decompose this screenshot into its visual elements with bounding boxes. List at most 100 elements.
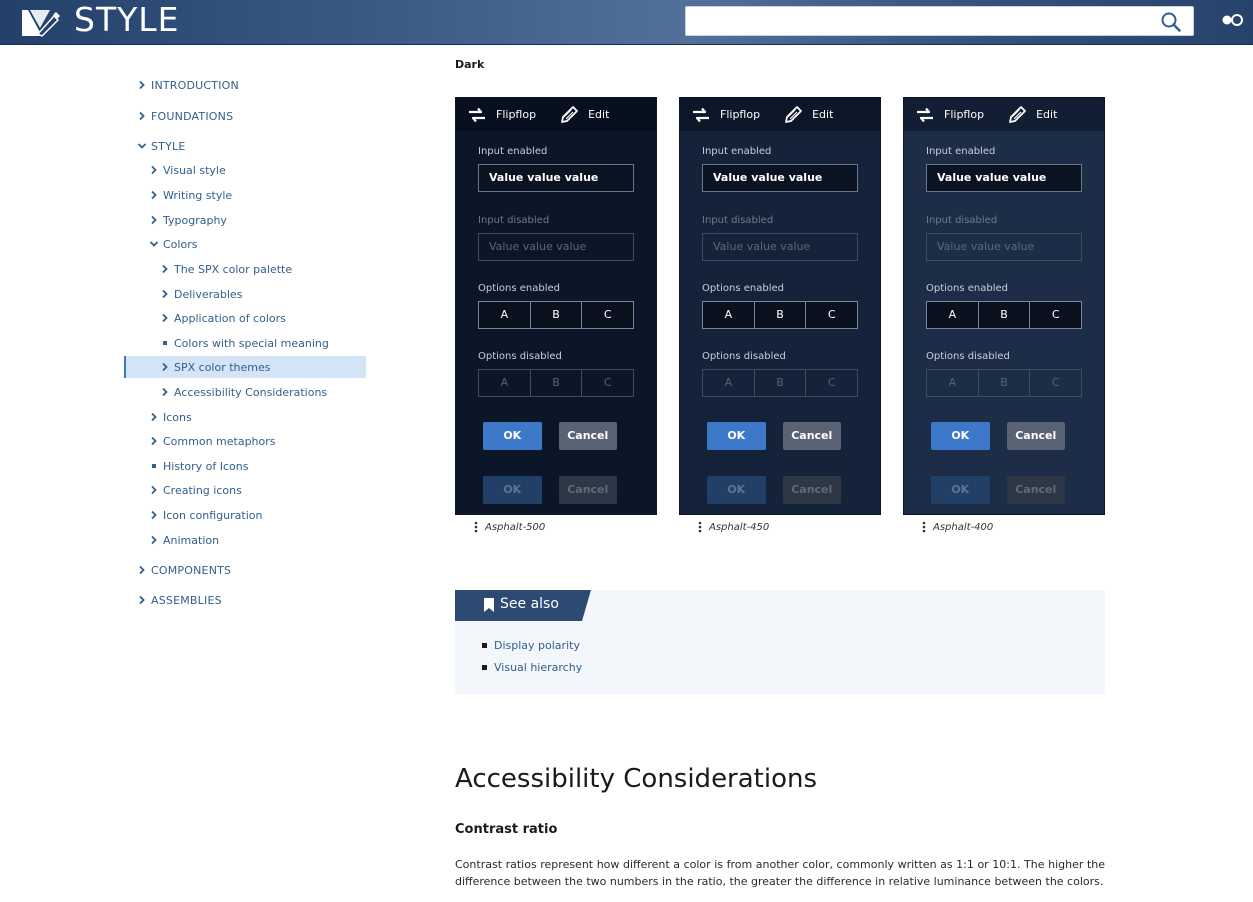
- search-icon[interactable]: [1161, 12, 1181, 32]
- edit-label: Edit: [588, 108, 610, 121]
- option-b-disabled: B: [979, 370, 1031, 396]
- sidebar-item-icon-configuration[interactable]: Icon configuration: [148, 504, 262, 526]
- ok-button-disabled: OK: [707, 476, 766, 504]
- option-b[interactable]: B: [979, 302, 1031, 328]
- more-vertical-icon[interactable]: [922, 521, 926, 533]
- sidebar-item-common-metaphors[interactable]: Common metaphors: [148, 430, 276, 452]
- input-disabled-label: Input disabled: [926, 215, 998, 226]
- sidebar-item-label: INTRODUCTION: [151, 78, 239, 92]
- option-b[interactable]: B: [531, 302, 583, 328]
- chevron-right-icon: [151, 485, 157, 495]
- cancel-button-disabled: Cancel: [558, 476, 617, 504]
- input-enabled-field[interactable]: Value value value: [926, 164, 1082, 192]
- sidebar-item-writing-style[interactable]: Writing style: [148, 184, 232, 206]
- flipflop-button[interactable]: Flipflop: [690, 105, 782, 125]
- option-c[interactable]: C: [1030, 302, 1081, 328]
- sidebar-item-colors[interactable]: Colors: [148, 233, 197, 255]
- ok-button[interactable]: OK: [707, 422, 766, 450]
- cancel-button[interactable]: Cancel: [558, 422, 617, 450]
- theme-panel-asphalt-450: Flipflop Edit Input enabled Value value val…: [679, 97, 881, 515]
- input-disabled-field: Value value value: [478, 233, 634, 261]
- chevron-right-icon: [151, 535, 157, 545]
- option-a[interactable]: A: [479, 302, 531, 328]
- sidebar-item-creating-icons[interactable]: Creating icons: [148, 479, 242, 501]
- sidebar-item-introduction[interactable]: INTRODUCTION: [136, 74, 239, 96]
- sidebar-item-spx-color-themes[interactable]: SPX color themes: [124, 356, 366, 378]
- edit-button[interactable]: Edit: [782, 105, 855, 125]
- flipflop-icon: [917, 107, 933, 122]
- edit-button[interactable]: Edit: [558, 105, 631, 125]
- ok-button[interactable]: OK: [931, 422, 990, 450]
- flipflop-icon: [693, 107, 709, 122]
- edit-pencil-icon: [1009, 105, 1026, 123]
- sidebar-item-animation[interactable]: Animation: [148, 529, 219, 551]
- app-header: STYLE: [0, 0, 1253, 45]
- sidebar-item-label: Colors with special meaning: [174, 336, 329, 350]
- sidebar-item-components[interactable]: COMPONENTS: [136, 559, 231, 581]
- more-vertical-icon[interactable]: [474, 521, 478, 533]
- chevron-right-icon: [151, 190, 157, 200]
- sidebar-item-foundations[interactable]: FOUNDATIONS: [136, 105, 233, 127]
- sidebar-item-colors-with-special-meaning[interactable]: Colors with special meaning: [159, 332, 329, 354]
- sidebar-item-assemblies[interactable]: ASSEMBLIES: [136, 589, 222, 611]
- style-logo-icon[interactable]: [20, 6, 60, 38]
- option-c[interactable]: C: [806, 302, 857, 328]
- panel-toolbar: Flipflop Edit: [456, 98, 656, 131]
- sidebar-item-label: STYLE: [151, 139, 186, 153]
- cancel-button[interactable]: Cancel: [782, 422, 841, 450]
- see-also-link-display-polarity[interactable]: Display polarity: [482, 639, 580, 652]
- sidebar-item-deliverables[interactable]: Deliverables: [159, 283, 242, 305]
- sidebar-item-style[interactable]: STYLE: [136, 135, 186, 157]
- edit-label: Edit: [812, 108, 834, 121]
- options-disabled-label: Options disabled: [702, 351, 786, 362]
- options-enabled-segmented: ABC: [478, 301, 634, 329]
- flipflop-button[interactable]: Flipflop: [466, 105, 558, 125]
- option-c[interactable]: C: [582, 302, 633, 328]
- input-enabled-field[interactable]: Value value value: [478, 164, 634, 192]
- theme-toggle-icon[interactable]: [1222, 13, 1244, 27]
- sidebar-item-icons[interactable]: Icons: [148, 406, 192, 428]
- panel-caption-label: Asphalt-500: [485, 521, 546, 533]
- sidebar-item-application-of-colors[interactable]: Application of colors: [159, 307, 286, 329]
- panel-caption-label: Asphalt-400: [933, 521, 994, 533]
- panel-caption: Asphalt-450: [698, 521, 769, 533]
- sidebar-item-history-of-icons[interactable]: History of Icons: [148, 455, 248, 477]
- sidebar-item-label: SPX color themes: [174, 360, 271, 374]
- cancel-button[interactable]: Cancel: [1006, 422, 1065, 450]
- edit-button[interactable]: Edit: [1006, 105, 1079, 125]
- see-also-link-visual-hierarchy[interactable]: Visual hierarchy: [482, 661, 582, 674]
- input-enabled-field[interactable]: Value value value: [702, 164, 858, 192]
- option-b[interactable]: B: [755, 302, 807, 328]
- link-label[interactable]: Display polarity: [494, 639, 580, 652]
- ok-button[interactable]: OK: [483, 422, 542, 450]
- options-disabled-label: Options disabled: [926, 351, 1010, 362]
- contrast-ratio-heading: Contrast ratio: [455, 822, 558, 837]
- chevron-right-icon: [162, 313, 168, 323]
- option-b-disabled: B: [531, 370, 583, 396]
- option-c-disabled: C: [603, 376, 612, 389]
- input-disabled-label: Input disabled: [702, 215, 774, 226]
- sidebar-item-the-spx-color-palette[interactable]: The SPX color palette: [159, 258, 292, 280]
- option-a[interactable]: A: [703, 302, 755, 328]
- chevron-right-icon: [162, 362, 168, 372]
- sidebar-item-label: History of Icons: [163, 459, 249, 473]
- chevron-right-icon: [151, 412, 157, 422]
- search-input[interactable]: [685, 6, 1194, 36]
- chevron-right-icon: [151, 436, 157, 446]
- link-label[interactable]: Visual hierarchy: [494, 661, 582, 674]
- option-a[interactable]: A: [927, 302, 979, 328]
- option-a-disabled: A: [927, 370, 979, 396]
- sidebar-item-typography[interactable]: Typography: [148, 209, 227, 231]
- sidebar-item-label: Accessibility Considerations: [174, 385, 328, 399]
- chevron-right-icon: [162, 387, 168, 397]
- sidebar-item-label: Animation: [163, 533, 220, 547]
- more-vertical-icon[interactable]: [698, 521, 702, 533]
- chevron-down-icon: [137, 143, 147, 149]
- option-c-disabled: C: [827, 376, 836, 389]
- panel-toolbar: Flipflop Edit: [680, 98, 880, 131]
- sidebar-item-visual-style[interactable]: Visual style: [148, 159, 226, 181]
- flipflop-button[interactable]: Flipflop: [914, 105, 1006, 125]
- theme-panel-asphalt-500: Flipflop Edit Input enabled Value value val…: [455, 97, 657, 515]
- sidebar-item-accessibility-considerations[interactable]: Accessibility Considerations: [159, 381, 327, 403]
- brand-title[interactable]: STYLE: [74, 0, 180, 40]
